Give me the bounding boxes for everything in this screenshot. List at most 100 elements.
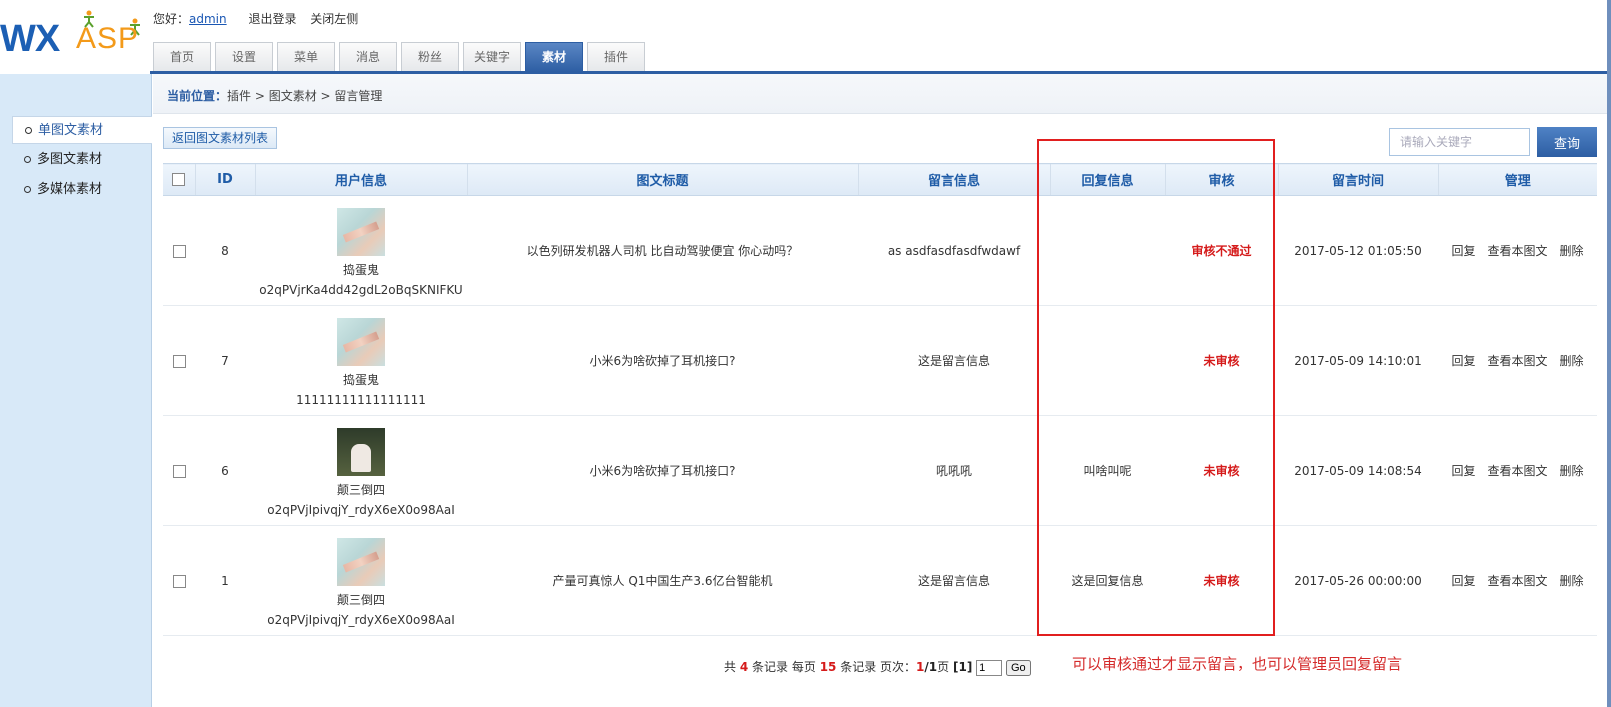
col-manage: 管理 [1437, 163, 1597, 196]
sidebar-item-label: 单图文素材 [38, 123, 104, 138]
user-info: 颠三倒四 o2qPVjIpivqjY_rdyX6eX0o98AaI [255, 525, 467, 636]
row-id: 1 [195, 525, 255, 636]
row-actions: 回复 查看本图文 删除 [1438, 525, 1597, 636]
header: WX ASP 您好：admin 退出登录 关闭左侧 首页 设置 菜单 消息 粉丝… [0, 0, 1611, 74]
flower-avatar [337, 317, 385, 366]
flower-avatar [337, 207, 385, 256]
row-checkbox[interactable] [172, 464, 186, 478]
col-time: 留言时间 [1277, 163, 1438, 196]
view-article-link[interactable]: 查看本图文 [1487, 244, 1547, 258]
couple-avatar [337, 427, 385, 476]
flower-avatar [337, 537, 385, 586]
search-input[interactable] [1389, 128, 1530, 156]
message-time: 2017-05-09 14:10:01 [1278, 305, 1438, 416]
pager-text: 条记录 页次： [840, 660, 917, 674]
article-title: 产量可真惊人 Q1中国生产3.6亿台智能机 [467, 525, 858, 636]
sidebar-item-multimedia[interactable]: 多媒体素材 [12, 176, 152, 204]
logo-wx: WX [0, 18, 60, 60]
message-text: 这是留言信息 [858, 525, 1050, 636]
greeting: 您好： [153, 12, 190, 26]
delete-link[interactable]: 删除 [1560, 244, 1584, 258]
user-info: 捣蛋鬼 o2qPVjrKa4dd42gdL2oBqSKNIFKU [255, 195, 467, 306]
user-openid: o2qPVjIpivqjY_rdyX6eX0o98AaI [267, 502, 455, 517]
tab-materials[interactable]: 素材 [525, 42, 583, 72]
table-row: 6 颠三倒四 o2qPVjIpivqjY_rdyX6eX0o98AaI 小米6为… [163, 415, 1597, 526]
row-checkbox[interactable] [172, 354, 186, 368]
row-checkbox[interactable] [172, 244, 186, 258]
col-user: 用户信息 [254, 163, 467, 196]
pager-text: 共 [724, 660, 737, 674]
reply-link[interactable]: 回复 [1451, 354, 1475, 368]
user-info: 颠三倒四 o2qPVjIpivqjY_rdyX6eX0o98AaI [255, 415, 467, 526]
view-article-link[interactable]: 查看本图文 [1487, 354, 1547, 368]
page-link[interactable]: [1] [953, 660, 972, 674]
logout-link[interactable]: 退出登录 [248, 12, 296, 26]
message-time: 2017-05-12 01:05:50 [1278, 195, 1438, 306]
sidebar-item-multi-article[interactable]: 多图文素材 [12, 146, 152, 174]
tab-menu[interactable]: 菜单 [277, 42, 335, 71]
tab-messages[interactable]: 消息 [339, 42, 397, 71]
user-nick: 捣蛋鬼 [342, 262, 379, 277]
tab-home[interactable]: 首页 [153, 42, 211, 71]
user-nick: 颠三倒四 [336, 482, 385, 497]
page-jump-input[interactable] [976, 659, 1003, 676]
message-time: 2017-05-09 14:08:54 [1278, 415, 1438, 526]
window-edge [1607, 0, 1611, 707]
pager-text: 条记录 每页 [752, 660, 816, 674]
breadcrumb-path: 插件 > 图文素材 > 留言管理 [227, 89, 383, 103]
tab-fans[interactable]: 粉丝 [401, 42, 459, 71]
total-records: 4 [739, 660, 749, 674]
bullet-icon [24, 186, 31, 193]
annotation-note: 可以审核通过才显示留言，也可以管理员回复留言 [1072, 655, 1403, 673]
sidebar-item-single-article[interactable]: 单图文素材 [12, 116, 152, 144]
top-tabs: 首页 设置 菜单 消息 粉丝 关键字 素材 插件 [153, 42, 649, 72]
user-nick: 颠三倒四 [336, 592, 385, 607]
user-openid: 11111111111111111 [296, 392, 426, 407]
message-text: 吼吼吼 [858, 415, 1050, 526]
per-page: 15 [819, 660, 837, 674]
row-id: 7 [195, 305, 255, 416]
select-all-checkbox[interactable] [172, 173, 186, 186]
row-id: 8 [195, 195, 255, 306]
article-title: 小米6为啥砍掉了耳机接口? [467, 305, 858, 416]
view-article-link[interactable]: 查看本图文 [1487, 574, 1547, 588]
breadcrumb-bar: 当前位置：插件 > 图文素材 > 留言管理 [153, 74, 1611, 114]
col-id: ID [194, 163, 255, 196]
total-pages: 1 [928, 660, 938, 674]
delete-link[interactable]: 删除 [1560, 464, 1584, 478]
message-time: 2017-05-26 00:00:00 [1278, 525, 1438, 636]
user-info: 捣蛋鬼 11111111111111111 [255, 305, 467, 416]
table-header-row: ID 用户信息 图文标题 留言信息 回复信息 审核 留言时间 管理 [163, 163, 1597, 196]
reply-link[interactable]: 回复 [1451, 244, 1475, 258]
article-title: 小米6为啥砍掉了耳机接口? [467, 415, 858, 526]
user-nick: 捣蛋鬼 [342, 372, 379, 387]
table-row: 1 颠三倒四 o2qPVjIpivqjY_rdyX6eX0o98AaI 产量可真… [163, 525, 1597, 636]
reply-link[interactable]: 回复 [1451, 464, 1475, 478]
tab-keywords[interactable]: 关键字 [463, 42, 521, 71]
message-text: 这是留言信息 [858, 305, 1050, 416]
logo-asp: ASP [76, 22, 140, 55]
user-openid: o2qPVjrKa4dd42gdL2oBqSKNIFKU [259, 282, 463, 297]
row-checkbox[interactable] [172, 574, 186, 588]
pagination: 共 4 条记录 每页 15 条记录 页次：1/1页 [1] Go [724, 658, 1031, 676]
username-link[interactable]: admin [189, 12, 227, 26]
delete-link[interactable]: 删除 [1560, 574, 1584, 588]
bullet-icon [25, 127, 32, 134]
sidebar-item-label: 多图文素材 [37, 152, 103, 167]
table-row: 7 捣蛋鬼 11111111111111111 小米6为啥砍掉了耳机接口? 这是… [163, 305, 1597, 416]
view-article-link[interactable]: 查看本图文 [1487, 464, 1547, 478]
breadcrumb: 当前位置：插件 > 图文素材 > 留言管理 [167, 87, 382, 104]
close-left-link[interactable]: 关闭左侧 [310, 12, 358, 26]
message-text: as asdfasdfasdfwdawf [858, 195, 1050, 306]
search-button[interactable]: 查询 [1537, 127, 1597, 157]
user-openid: o2qPVjIpivqjY_rdyX6eX0o98AaI [267, 612, 455, 627]
bullet-icon [24, 156, 31, 163]
tab-settings[interactable]: 设置 [215, 42, 273, 71]
delete-link[interactable]: 删除 [1560, 354, 1584, 368]
col-message: 留言信息 [857, 163, 1050, 196]
go-button[interactable]: Go [1005, 659, 1031, 676]
table-row: 8 捣蛋鬼 o2qPVjrKa4dd42gdL2oBqSKNIFKU 以色列研发… [163, 195, 1597, 306]
back-to-list-button[interactable]: 返回图文素材列表 [163, 127, 278, 149]
reply-link[interactable]: 回复 [1451, 574, 1475, 588]
tab-plugins[interactable]: 插件 [587, 42, 645, 71]
